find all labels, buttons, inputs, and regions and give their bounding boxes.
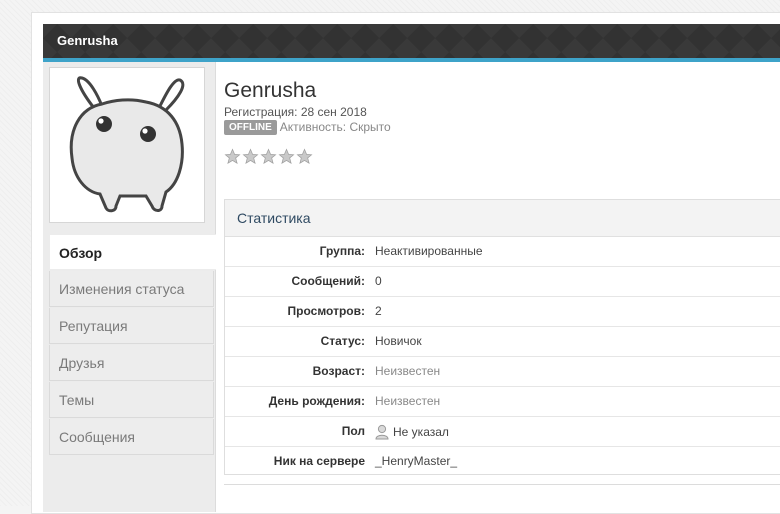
tab-topics[interactable]: Темы	[49, 382, 214, 418]
stats-row: Пол Не указал	[225, 417, 780, 447]
stats-row: Сообщений: 0	[225, 267, 780, 297]
stats-row: Возраст: Неизвестен	[225, 357, 780, 387]
tab-friends[interactable]: Друзья	[49, 345, 214, 381]
stats-label: Статус:	[320, 334, 365, 348]
stats-row: Статус: Новичок	[225, 327, 780, 357]
section-divider	[224, 484, 780, 485]
activity-line: OFFLINE Активность: Скрыто	[224, 120, 391, 135]
tab-reputation[interactable]: Репутация	[49, 308, 214, 344]
star-icon[interactable]	[296, 148, 313, 165]
star-icon[interactable]	[278, 148, 295, 165]
stats-label: День рождения:	[268, 394, 365, 408]
stats-label: Группа:	[319, 244, 365, 258]
profile-name: Genrusha	[224, 79, 317, 102]
user-icon	[375, 424, 389, 443]
tab-overview[interactable]: Обзор	[49, 234, 216, 270]
stats-value: 2	[375, 304, 382, 318]
stats-title: Статистика	[225, 200, 780, 237]
mascot-avatar-icon	[69, 76, 185, 213]
stats-value: Неизвестен	[375, 394, 441, 408]
stats-label: Сообщений:	[291, 274, 365, 288]
stats-value: _HenryMaster_	[375, 454, 458, 468]
stats-panel: Статистика Группа: Неактивированные Сооб…	[224, 199, 780, 475]
stats-row: День рождения: Неизвестен	[225, 387, 780, 417]
status-badge: OFFLINE	[224, 120, 277, 135]
stats-row: Просмотров: 2	[225, 297, 780, 327]
stats-label: Возраст:	[312, 364, 365, 378]
profile-tabs: Обзор Изменения статуса Репутация Друзья…	[49, 234, 216, 456]
rating-stars[interactable]	[224, 148, 314, 166]
avatar[interactable]	[49, 67, 205, 223]
star-icon[interactable]	[224, 148, 241, 165]
stats-row: Ник на сервере _HenryMaster_	[225, 447, 780, 476]
stats-value: Неактивированные	[375, 244, 483, 258]
activity-text: Активность: Скрыто	[279, 120, 391, 134]
stats-label: Просмотров:	[287, 304, 365, 318]
stats-label: Пол	[341, 424, 365, 438]
stats-label: Ник на сервере	[273, 454, 365, 468]
tab-posts[interactable]: Сообщения	[49, 419, 214, 455]
stats-value: Не указал	[375, 424, 449, 443]
tab-status-changes[interactable]: Изменения статуса	[49, 271, 214, 307]
star-icon[interactable]	[260, 148, 277, 165]
stats-value: Новичок	[375, 334, 422, 348]
profile-titlebar: Genrusha	[43, 24, 780, 62]
stats-value: 0	[375, 274, 382, 288]
stats-value: Неизвестен	[375, 364, 441, 378]
gender-text: Не указал	[393, 425, 449, 439]
stats-row: Группа: Неактивированные	[225, 237, 780, 267]
registration-date: Регистрация: 28 сен 2018	[224, 105, 367, 119]
titlebar-title: Genrusha	[57, 33, 118, 48]
star-icon[interactable]	[242, 148, 259, 165]
